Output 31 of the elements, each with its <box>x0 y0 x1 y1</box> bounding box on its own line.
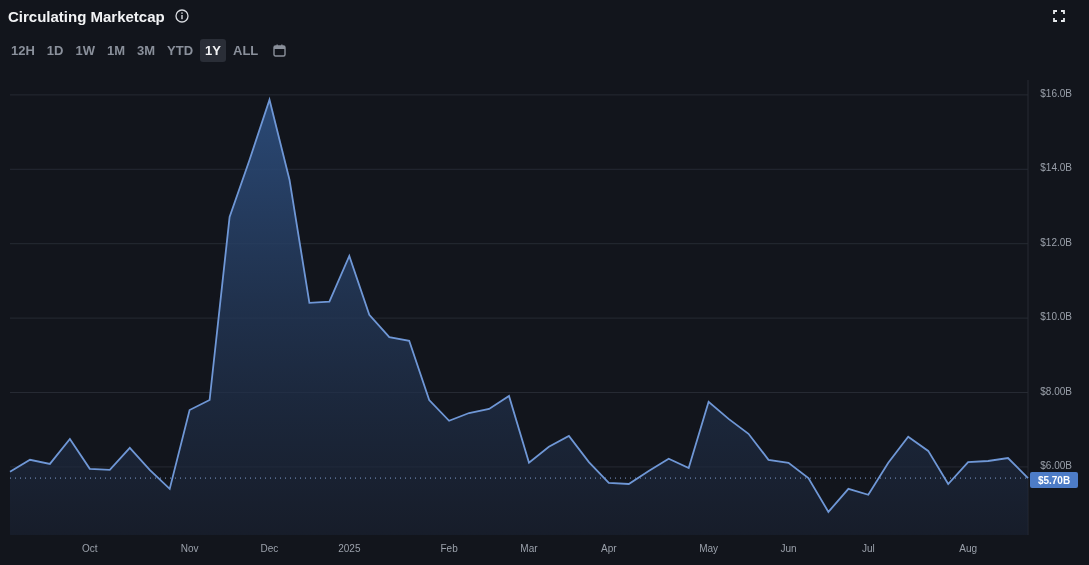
y-axis-label: $12.0B <box>1040 236 1072 248</box>
x-axis-label: Mar <box>520 543 538 554</box>
x-axis-label: Dec <box>260 543 279 554</box>
y-axis-label: $8.00B <box>1040 385 1072 397</box>
x-axis-label: 2025 <box>338 543 361 554</box>
range-tab[interactable]: 1W <box>70 38 100 62</box>
current-value-badge <box>1030 472 1078 489</box>
current-value-label: $5.70B <box>1037 475 1071 487</box>
range-tab[interactable]: 1M <box>102 38 131 62</box>
calendar-icon[interactable] <box>273 43 287 57</box>
x-axis-label: Jul <box>861 543 875 554</box>
x-axis-label: Oct <box>82 543 98 554</box>
fullscreen-icon[interactable] <box>1053 10 1065 22</box>
x-axis-label: May <box>699 543 719 554</box>
range-tab[interactable]: ALL <box>228 38 264 62</box>
x-axis-label: Feb <box>440 543 458 554</box>
range-tab[interactable]: 3M <box>132 38 161 62</box>
y-axis-label: $14.0B <box>1040 162 1072 174</box>
y-axis-label: $6.00B <box>1040 459 1072 471</box>
y-axis-label: $16.0B <box>1040 87 1072 99</box>
x-axis-label: Nov <box>180 543 199 554</box>
range-tab[interactable]: 1Y <box>200 38 226 62</box>
y-axis-label: $10.0B <box>1040 311 1072 323</box>
x-axis-label: Aug <box>959 543 977 554</box>
chart-title: Circulating Marketcap <box>8 7 165 25</box>
range-tab[interactable]: YTD <box>162 38 199 62</box>
x-axis-label: Apr <box>601 543 617 554</box>
range-tab[interactable]: 12H <box>6 38 40 62</box>
range-tab[interactable]: 1D <box>41 38 69 62</box>
info-icon[interactable] <box>174 9 189 23</box>
x-axis-label: Jun <box>780 543 797 554</box>
